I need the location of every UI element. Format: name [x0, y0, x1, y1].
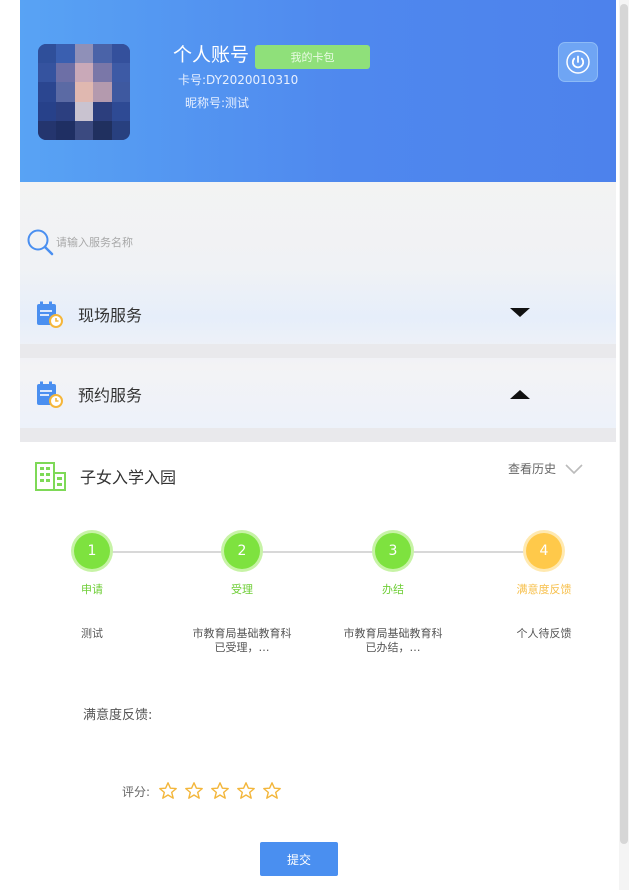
- app-frame: 个人账号 我的卡包 卡号:DY2020010310 昵称号:测试 请输入服务名称…: [20, 0, 616, 890]
- logout-button[interactable]: [558, 42, 598, 82]
- star-icon[interactable]: [236, 781, 256, 801]
- step-1-dot: 1: [74, 533, 110, 569]
- step-3-desc: 市教育局基础教育科已办结，…: [343, 627, 443, 654]
- section-divider: [20, 344, 616, 358]
- star-icon[interactable]: [184, 781, 204, 801]
- service-item-title: 子女入学入园: [34, 460, 176, 492]
- service-row-onsite[interactable]: 现场服务: [20, 288, 616, 340]
- step-2-label: 受理: [231, 583, 253, 596]
- rating-label: 评分:: [122, 784, 151, 799]
- nickname: 昵称号:测试: [185, 96, 250, 110]
- step-3-label: 办结: [382, 583, 404, 596]
- search-icon: [27, 229, 54, 256]
- power-icon: [566, 50, 590, 74]
- step-connector: [242, 551, 392, 553]
- chevron-up-icon[interactable]: [510, 390, 530, 399]
- calendar-clock-icon: [37, 381, 63, 408]
- building-icon: [35, 462, 66, 491]
- my-card-button[interactable]: 我的卡包: [255, 45, 370, 69]
- step-4-label: 满意度反馈: [516, 583, 572, 596]
- profile-header: 个人账号 我的卡包 卡号:DY2020010310 昵称号:测试: [20, 0, 616, 182]
- submit-button[interactable]: 提交: [260, 842, 338, 876]
- step-1-label: 申请: [81, 583, 103, 596]
- step-4-dot: 4: [526, 533, 562, 569]
- step-2-dot: 2: [224, 533, 260, 569]
- avatar: [38, 44, 130, 140]
- step-connector: [92, 551, 242, 553]
- section-divider: [20, 428, 616, 442]
- chevron-down-icon[interactable]: [510, 308, 530, 317]
- calendar-clock-icon: [37, 301, 63, 328]
- account-title: 个人账号: [173, 44, 250, 66]
- rating-row: 评分:: [122, 781, 288, 801]
- chevron-down-icon: [565, 463, 583, 474]
- step-1-desc: 测试: [81, 627, 103, 640]
- step-4-desc: 个人待反馈: [516, 627, 572, 640]
- step-3-dot: 3: [375, 533, 411, 569]
- scrollbar-thumb[interactable]: [620, 4, 628, 844]
- step-2-desc: 市教育局基础教育科已受理，…: [192, 627, 292, 654]
- service-row-appointment[interactable]: 预约服务: [20, 368, 616, 420]
- star-icon[interactable]: [262, 781, 282, 801]
- feedback-label: 满意度反馈:: [83, 708, 153, 723]
- search-bar: [26, 228, 258, 256]
- service-label-onsite: 现场服务: [78, 306, 143, 325]
- search-input[interactable]: [54, 234, 258, 250]
- star-icon[interactable]: [158, 781, 178, 801]
- card-number: 卡号:DY2020010310: [178, 73, 299, 87]
- service-label-appointment: 预约服务: [78, 386, 143, 405]
- scrollbar[interactable]: [619, 0, 629, 890]
- service-item-name: 子女入学入园: [80, 468, 177, 487]
- view-history-link[interactable]: 查看历史: [508, 460, 584, 477]
- step-connector: [392, 551, 544, 553]
- star-icon[interactable]: [210, 781, 230, 801]
- history-label: 查看历史: [508, 462, 557, 476]
